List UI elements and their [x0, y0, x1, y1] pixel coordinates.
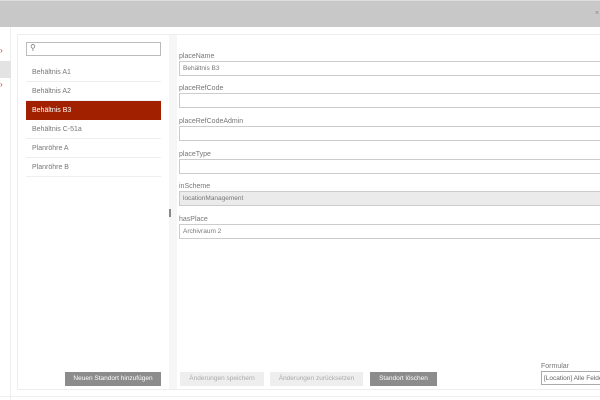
field-label-placerefcode: placeRefCode — [179, 85, 224, 92]
placetype-input[interactable] — [179, 159, 600, 174]
list-item[interactable]: Behältnis A1 — [26, 63, 161, 82]
list-item[interactable]: Behältnis A2 — [26, 82, 161, 101]
hasplace-input[interactable]: Archivraum 2 — [179, 224, 600, 239]
list-item[interactable]: Planröhre A — [26, 139, 161, 158]
field-label-placerefcodeadmin: placeRefCodeAdmin — [179, 118, 244, 125]
field-label-placename: placeName — [179, 53, 215, 60]
formular-select[interactable]: [Location] Alle Felder — [541, 371, 600, 385]
main-panel: ⚲ Behältnis A1 Behältnis A2 Behältnis B3… — [17, 34, 600, 390]
list-item[interactable]: Behältnis C-51a — [26, 120, 161, 139]
delete-location-button[interactable]: Standort löschen — [370, 372, 437, 386]
list-item[interactable]: Planröhre B — [26, 158, 161, 177]
inscheme-input: locationManagement — [179, 191, 600, 206]
field-label-inscheme: inScheme — [179, 183, 211, 190]
placerefcodeadmin-input[interactable] — [179, 126, 600, 141]
add-location-button[interactable]: Neuen Standort hinzufügen — [65, 372, 161, 386]
reset-changes-button[interactable]: Änderungen zurücksetzen — [270, 372, 363, 386]
search-field[interactable] — [39, 44, 157, 54]
chevron-right-icon[interactable]: › — [0, 46, 3, 55]
chevron-right-icon[interactable]: › — [0, 80, 3, 89]
close-icon[interactable]: × — [595, 10, 599, 17]
placename-input[interactable]: Behältnis B3 — [179, 61, 600, 76]
splitter-handle[interactable] — [169, 209, 171, 217]
title-bar: × — [0, 0, 600, 27]
left-nav: › › — [0, 27, 11, 400]
formular-label: Formular — [541, 363, 570, 370]
left-nav-selected-item[interactable] — [0, 61, 11, 78]
field-label-hasplace: hasPlace — [179, 216, 208, 223]
placerefcode-input[interactable] — [179, 93, 600, 108]
save-changes-button[interactable]: Änderungen speichern — [180, 372, 264, 386]
search-input[interactable]: ⚲ — [26, 42, 161, 56]
list-item-selected[interactable]: Behältnis B3 — [26, 101, 161, 120]
location-list: ⚲ Behältnis A1 Behältnis A2 Behältnis B3… — [18, 35, 169, 389]
divider — [0, 396, 600, 397]
field-label-placetype: placeType — [179, 151, 211, 158]
location-form: placeName Behältnis B3 placeRefCode plac… — [179, 35, 600, 389]
search-icon: ⚲ — [30, 43, 36, 52]
